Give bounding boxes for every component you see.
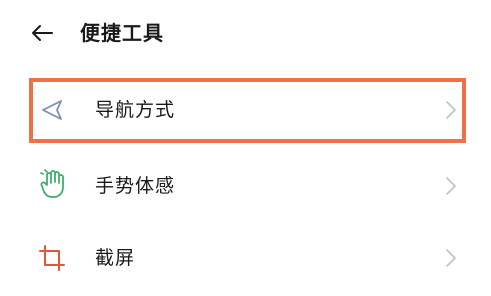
crop-icon	[38, 244, 66, 272]
list-item-label: 导航方式	[95, 99, 176, 121]
hand-gesture-icon	[38, 169, 66, 198]
list-item-label: 手势体感	[95, 175, 176, 197]
page-title: 便捷工具	[80, 21, 164, 45]
back-button[interactable]	[26, 20, 58, 46]
chevron-right-icon	[443, 175, 459, 197]
chevron-right-icon	[443, 99, 459, 121]
list-item-label: 截屏	[95, 247, 136, 269]
header-bar: 便捷工具	[0, 0, 491, 66]
list-item-navigation-mode[interactable]: 导航方式	[0, 74, 491, 148]
list-item-gesture-motion[interactable]: 手势体感	[0, 148, 491, 222]
list-item-screenshot[interactable]: 截屏	[0, 222, 491, 296]
arrow-left-icon	[32, 25, 53, 41]
navigation-triangle-icon	[38, 96, 66, 124]
chevron-right-icon	[443, 247, 459, 269]
